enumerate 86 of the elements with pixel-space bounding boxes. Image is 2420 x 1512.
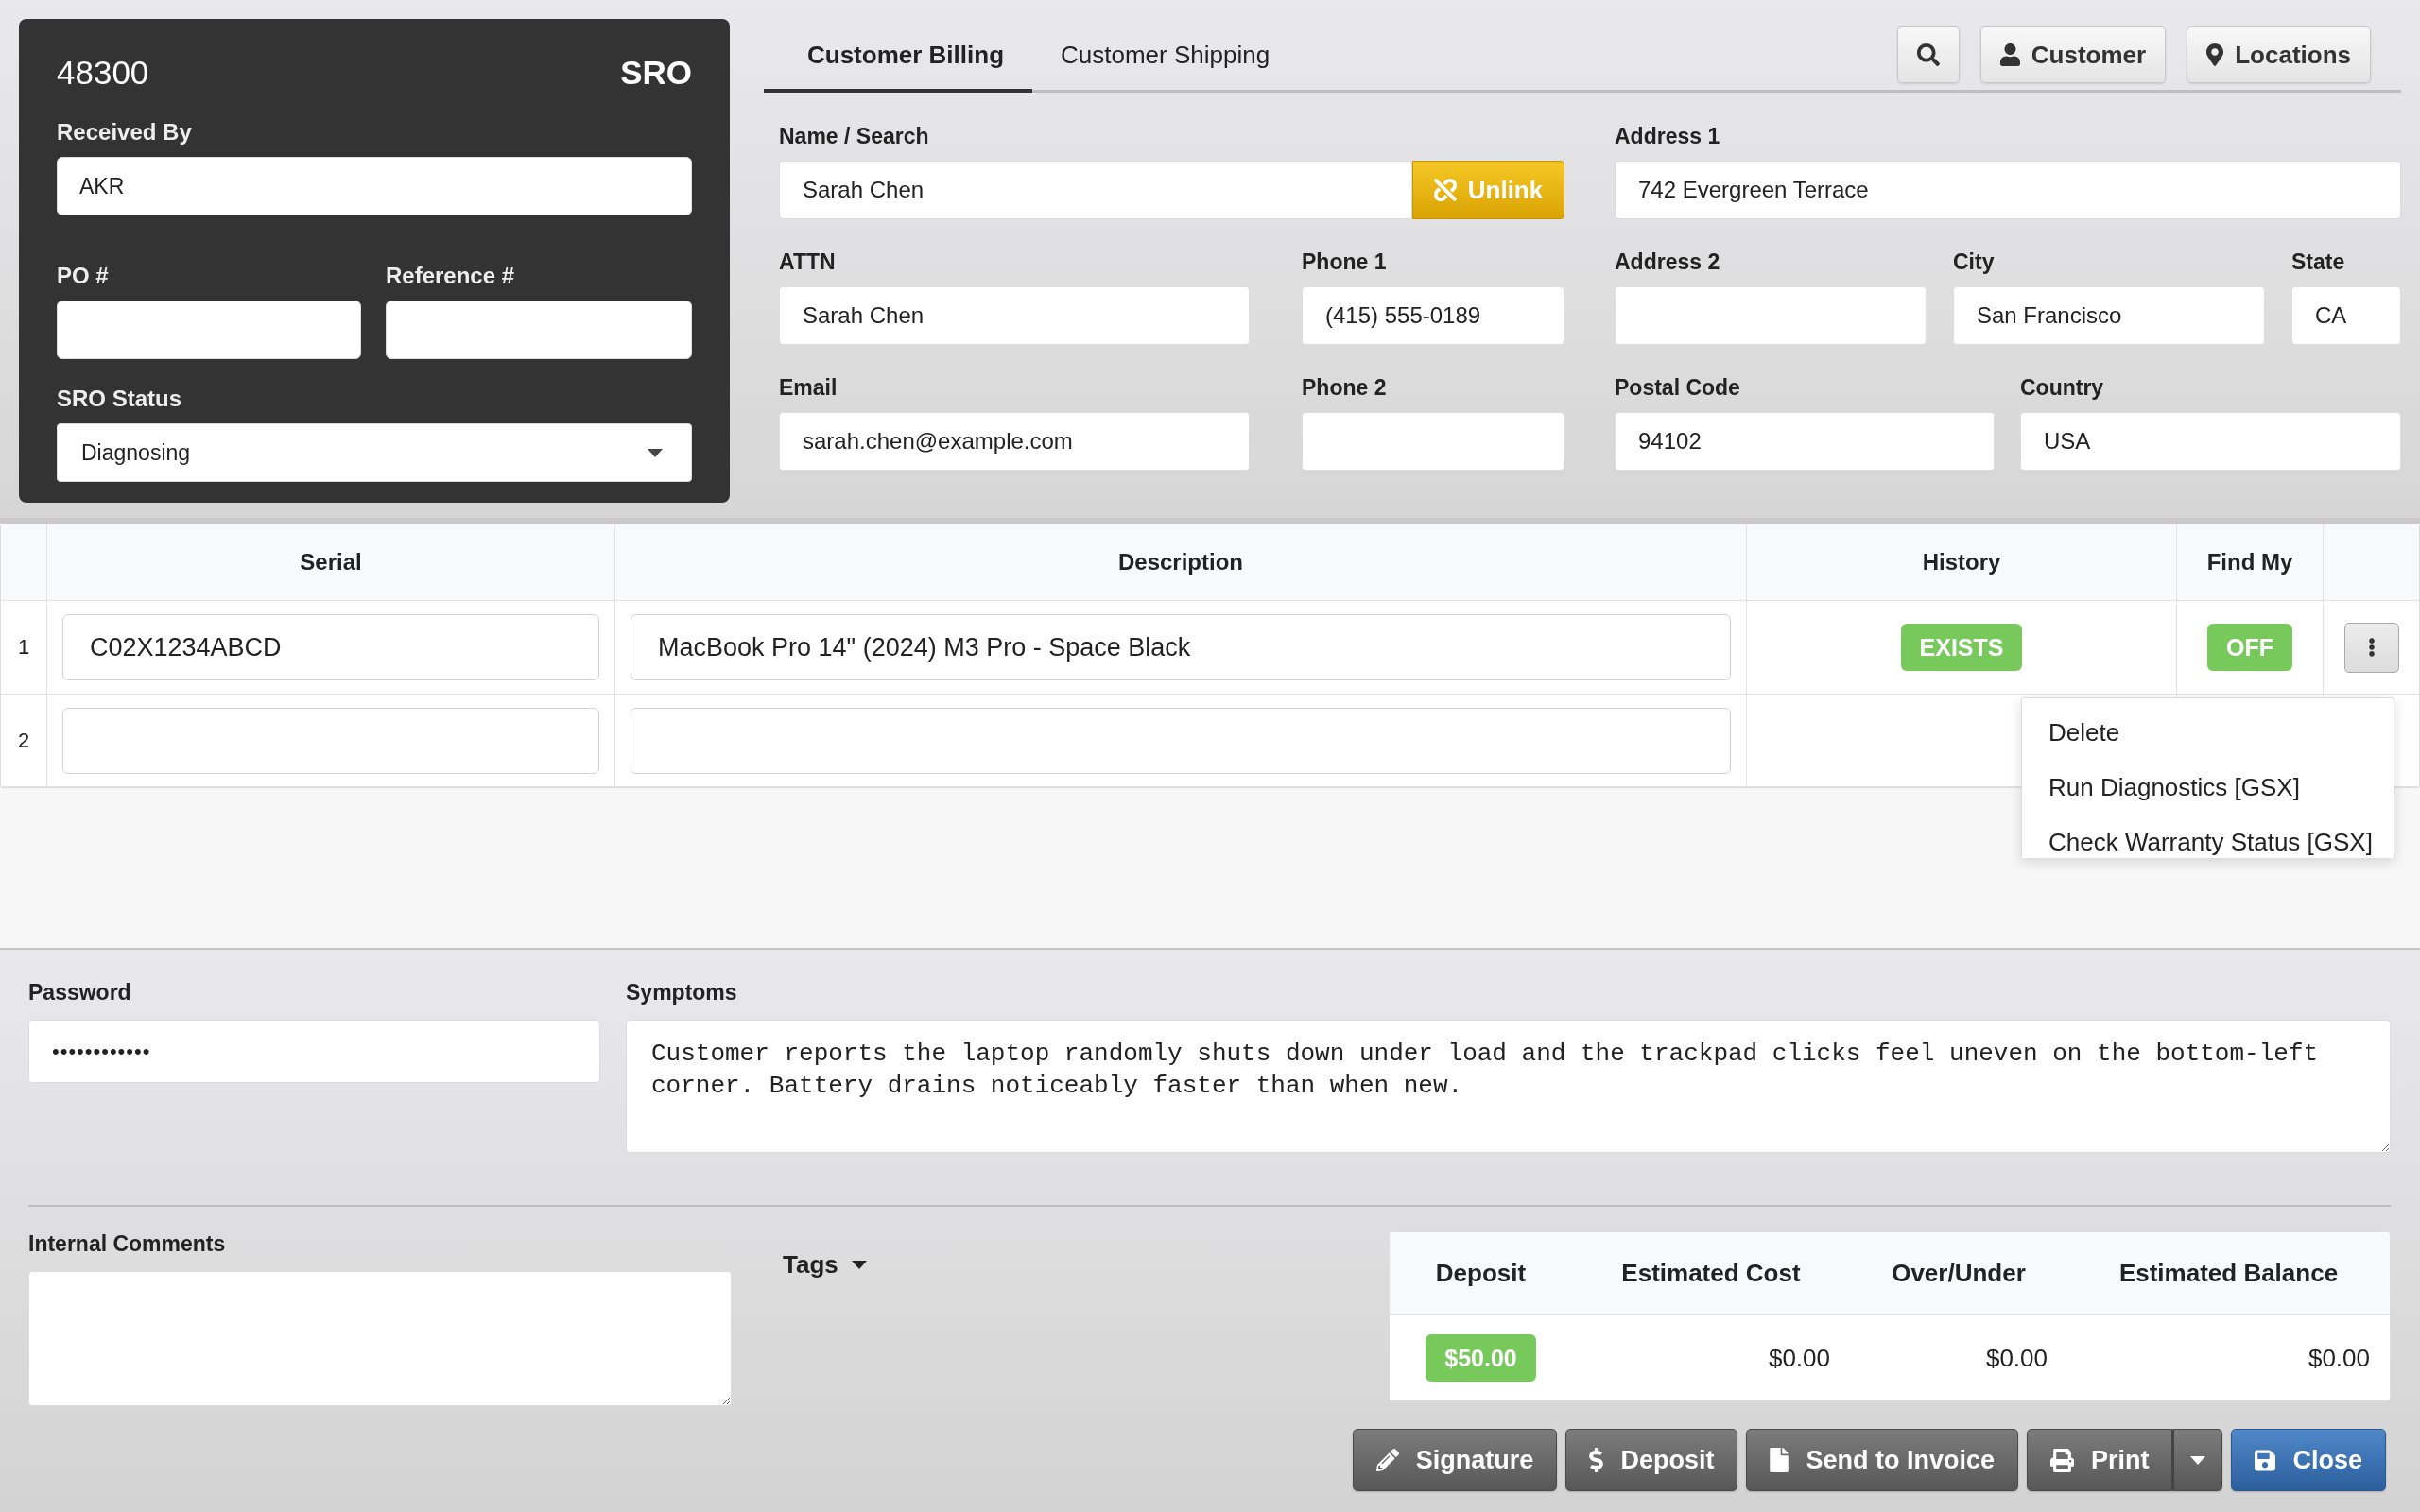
attn-input[interactable]: Sarah Chen <box>779 286 1250 345</box>
customer-button[interactable]: Customer <box>1979 26 2167 83</box>
order-type: SRO <box>620 54 692 92</box>
column-heading: Deposit <box>1435 1258 1527 1288</box>
column-heading: Serial <box>300 549 362 576</box>
field-label: ATTN <box>779 249 837 274</box>
menu-item[interactable]: Delete <box>2022 705 2394 760</box>
map-pin-icon <box>2206 43 2224 66</box>
po-number-input[interactable] <box>57 301 361 359</box>
column-heading: Estimated Balance <box>2118 1258 2339 1288</box>
search-icon <box>1916 43 1940 66</box>
broken-link-icon <box>1433 179 1457 201</box>
history-badge: EXISTS <box>1900 624 2023 671</box>
locations-button[interactable]: Locations <box>2187 26 2371 83</box>
search-button[interactable] <box>1896 26 1960 83</box>
column-heading: Description <box>1118 549 1243 576</box>
person-icon <box>1999 43 2020 66</box>
field-label: City <box>1953 249 1996 274</box>
tab[interactable]: Customer Billing <box>764 21 1032 93</box>
serial-input[interactable]: C02X1234ABCD <box>62 614 599 680</box>
amount-value: $0.00 <box>1985 1343 2048 1373</box>
tab[interactable]: Customer Shipping <box>1032 21 1299 93</box>
printer-icon <box>2049 1448 2074 1472</box>
field-label: Reference # <box>386 263 516 289</box>
caret-icon <box>851 1261 867 1269</box>
caret-icon <box>2190 1455 2206 1465</box>
print-button[interactable]: Print <box>2026 1429 2173 1491</box>
column-heading: Over/Under <box>1892 1258 2026 1288</box>
field-label: PO # <box>57 263 110 289</box>
pencil-icon <box>1375 1449 1399 1471</box>
reference-number-input[interactable] <box>386 301 692 359</box>
column-heading: Estimated Cost <box>1621 1258 1801 1288</box>
invoice-button[interactable]: Send to Invoice <box>1746 1429 2018 1491</box>
field-label: Address 2 <box>1615 249 1721 274</box>
comments-textarea[interactable] <box>28 1271 732 1406</box>
description-input[interactable] <box>631 707 1731 774</box>
status-select[interactable]: Diagnosing <box>57 423 692 482</box>
city-input[interactable]: San Francisco <box>1953 286 2265 345</box>
find-my-badge: OFF <box>2207 624 2292 671</box>
field-label: Postal Code <box>1615 375 1741 400</box>
document-icon <box>1770 1448 1789 1472</box>
amount-value: $0.00 <box>1768 1343 1830 1373</box>
row-number: 1 <box>17 635 30 660</box>
serial-input[interactable] <box>62 707 599 774</box>
menu-item[interactable]: Check Warranty Status [GSX] <box>2022 815 2394 858</box>
field-label: Password <box>28 980 132 1005</box>
field-label: Phone 1 <box>1302 249 1388 274</box>
state-input[interactable]: CA <box>2291 286 2401 345</box>
password-input[interactable]: •••••••••••• <box>28 1020 600 1083</box>
country-input[interactable]: USA <box>2020 412 2401 471</box>
field-label: Address 1 <box>1615 124 1721 148</box>
symptoms-textarea[interactable]: Customer reports the laptop randomly shuts down under load and the trackpad clicks feel uneven on the bottom-left corner. Battery drains noticeably faster than when new. <box>626 1020 2391 1153</box>
postal-code-input[interactable]: 94102 <box>1615 412 1995 471</box>
row-menu-button[interactable] <box>2343 622 2399 673</box>
field-label: Symptoms <box>626 980 738 1005</box>
column-heading: Find My <box>2206 549 2293 576</box>
address-1-input[interactable]: 742 Evergreen Terrace <box>1615 161 2401 219</box>
deposit-badge: $50.00 <box>1426 1334 1536 1382</box>
kebab-icon <box>2367 638 2376 657</box>
menu-item[interactable]: Run Diagnostics [GSX] <box>2022 760 2394 815</box>
field-label: Received By <box>57 119 193 146</box>
caret-icon <box>648 448 663 457</box>
received-by-input[interactable]: AKR <box>57 157 692 215</box>
address-2-input[interactable] <box>1615 286 1927 345</box>
field-label: Email <box>779 375 838 400</box>
order-number: 48300 <box>57 54 149 92</box>
field-label: Phone 2 <box>1302 375 1388 400</box>
field-label: Name / Search <box>779 124 930 148</box>
column-heading: History <box>1922 549 2001 576</box>
phone-1-input[interactable]: (415) 555-0189 <box>1302 286 1564 345</box>
tags-dropdown[interactable]: Tags <box>783 1250 867 1280</box>
description-input[interactable]: MacBook Pro 14" (2024) M3 Pro - Space Black <box>631 614 1731 680</box>
amount-value: $0.00 <box>2308 1343 2370 1373</box>
field-label: Country <box>2020 375 2105 400</box>
signature-button[interactable]: Signature <box>1352 1429 1558 1491</box>
row-number: 2 <box>17 728 30 753</box>
dollar-icon <box>1589 1448 1604 1472</box>
print-options-button[interactable] <box>2172 1429 2223 1491</box>
deposit-button[interactable]: Deposit <box>1565 1429 1738 1491</box>
field-label: Internal Comments <box>28 1231 227 1256</box>
field-label: State <box>2291 249 2346 274</box>
phone-2-input[interactable] <box>1302 412 1564 471</box>
field-label: SRO Status <box>57 386 183 412</box>
save-button[interactable]: Close <box>2231 1429 2386 1491</box>
email-input[interactable]: sarah.chen@example.com <box>779 412 1250 471</box>
name-search-input[interactable]: Sarah Chen <box>779 161 1412 219</box>
